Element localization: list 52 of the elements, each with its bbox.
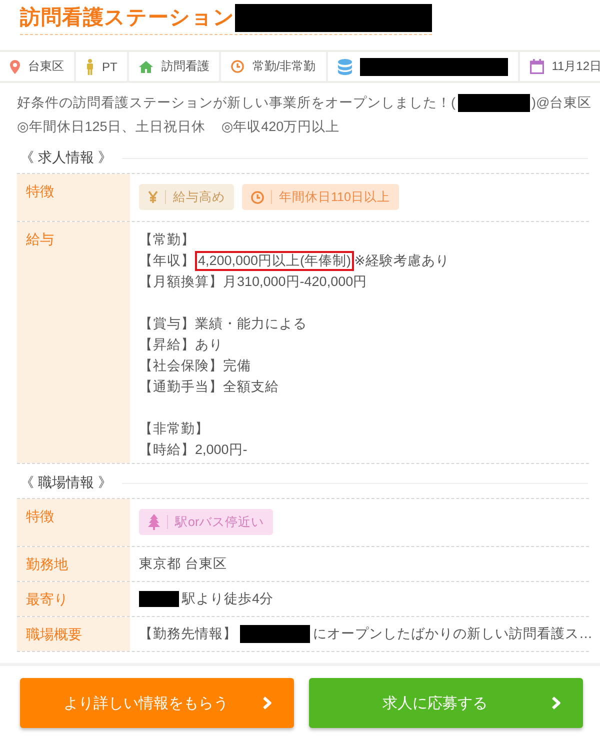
salary-text: 【非常勤】 (139, 420, 209, 438)
section-heading: 《 求人情報 》 (20, 149, 112, 167)
salary-text: 【時給】2,000円- (139, 441, 248, 459)
tag-label: 年間休日110日以上 (279, 189, 390, 206)
highlight-text: ◎年収420万円以上 (221, 118, 340, 136)
meta-text: 台東区 (28, 58, 64, 75)
salary-text: 【通勤手当】全額支給 (139, 378, 279, 396)
chevron-right-icon (551, 696, 561, 710)
salary-text: 【賞与】業績・能力による (139, 315, 307, 333)
row-label: 最寄り (17, 582, 130, 616)
house-icon (139, 60, 154, 72)
salary-text: 【月額換算】月310,000円-420,000円 (139, 273, 368, 291)
salary-text: 【社会保険】完備 (139, 357, 251, 375)
meta-text: 訪問看護 (161, 58, 210, 75)
value-text: 東京都 台東区 (139, 556, 227, 571)
salary-text: ※経験考慮あり (354, 252, 450, 270)
calendar-icon (530, 59, 544, 74)
page-title: 訪問看護ステーション (20, 5, 235, 31)
salary-text: 【年収】 (139, 252, 195, 270)
apply-button[interactable]: 求人に応募する (309, 678, 583, 728)
meta-text: 常勤/非常勤 (252, 58, 316, 75)
intro-text: )@台東区 (532, 94, 592, 112)
person-icon (86, 58, 94, 74)
chevron-right-icon (262, 696, 272, 710)
row-label: 職場概要 (17, 617, 130, 651)
tag-label: 駅orバス停近い (175, 514, 264, 531)
value-text: 【勤務先情報】 (139, 625, 237, 643)
row-label: 特徴 (17, 174, 130, 221)
map-pin-icon (10, 60, 20, 74)
value-text: 駅より徒歩4分 (182, 590, 274, 608)
row-label: 給与 (17, 222, 130, 463)
redaction-bar (240, 625, 310, 643)
intro-text: 好条件の訪問看護ステーションが新しい事業所をオープンしました！( (17, 94, 456, 112)
tree-icon (148, 514, 160, 530)
row-label: 勤務地 (17, 547, 130, 581)
tag-label: 給与高め (173, 189, 225, 206)
request-info-button[interactable]: より詳しい情報をもらう (20, 678, 294, 728)
highlight-text: ◎年間休日125日、土日祝日休 (17, 118, 206, 136)
meta-text: 11月12日 (552, 58, 600, 75)
yen-icon (148, 191, 158, 203)
redaction-bar (458, 94, 530, 112)
salary-text: 【昇給】あり (139, 336, 223, 354)
salary-text: 【常勤】 (139, 231, 195, 249)
highlighted-salary-text: 4,200,000円以上(年俸制) (195, 250, 354, 270)
row-label: 特徴 (17, 499, 130, 546)
database-icon (338, 58, 352, 74)
meta-text: PT (102, 60, 118, 74)
section-heading: 《 職場情報 》 (20, 474, 112, 492)
redaction-bar (139, 591, 179, 607)
clock-icon (251, 190, 264, 204)
value-text: にオープンしたばかりの新しい訪問看護ス… (313, 625, 592, 643)
clock-icon (231, 60, 244, 73)
